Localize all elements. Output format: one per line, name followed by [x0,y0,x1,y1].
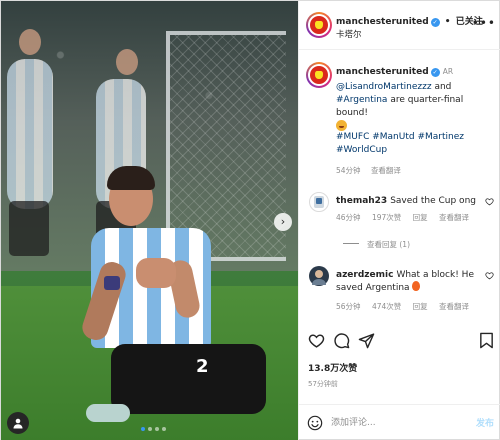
comment-meta: 56分钟 474次赞 回复 查看翻译 [336,301,478,312]
instagram-post-modal: 2 › manchesterunited ✓ • 已关注 卡塔尔 ••• man… [0,0,500,440]
hashtag-link[interactable]: #Argentina [336,95,387,105]
player-fists [136,258,176,288]
post-location[interactable]: 卡塔尔 [336,28,362,40]
comments-list[interactable]: manchesterunited ✓ AR @LisandroMartinezzz… [299,51,500,319]
bg-player-left-shorts [9,201,49,256]
post-header: manchesterunited ✓ • 已关注 卡塔尔 ••• [299,1,500,50]
caption-meta: 54分钟 查看翻译 [336,165,409,176]
emoji-icon[interactable] [307,415,323,431]
caption-avatar[interactable] [306,62,332,88]
hashtag-link[interactable]: #WorldCup [336,145,387,155]
bookmark-icon[interactable] [479,332,494,349]
hashtag-link[interactable]: #MUFC [336,132,369,142]
jersey-badge [104,276,120,290]
commenter-avatar[interactable] [309,266,329,286]
verified-icon: ✓ [430,18,440,27]
comment-icon[interactable] [333,332,350,349]
bg-player-head [116,49,138,75]
post-timestamp: 57分钟前 [308,380,338,388]
tag-people-icon[interactable] [7,412,29,434]
caption-text: @LisandroMartinezzz and #Argentina are q… [336,81,496,134]
carousel-dot[interactable] [155,427,159,431]
kneeling-player: 2 [79,166,276,436]
heart-icon[interactable] [485,197,494,206]
caption-age: 54分钟 [336,166,361,175]
translate-link[interactable]: 查看翻译 [439,302,469,311]
likes-count[interactable]: 13.8万次赞 [308,361,357,374]
author-avatar[interactable] [306,12,332,38]
carousel-dot[interactable] [141,427,145,431]
commenter-username[interactable]: themah23 [336,196,387,206]
comment-likes[interactable]: 474次赞 [372,302,401,311]
translate-link[interactable]: 查看翻译 [371,166,401,175]
carousel-dot[interactable] [162,427,166,431]
player-hair [107,166,155,190]
heart-icon[interactable] [485,271,494,280]
translate-link[interactable]: 查看翻译 [439,213,469,222]
caption-username[interactable]: manchesterunited [336,67,429,77]
fire-emoji-icon [412,281,421,291]
mention-link[interactable]: @LisandroMartinezzz [336,82,432,92]
mu-crest-icon [310,16,328,34]
follow-separator: • [444,17,451,27]
add-comment-bar: 发布 [299,404,500,440]
reply-link[interactable]: 回复 [413,302,428,311]
post-comment-button[interactable]: 发布 [476,416,494,429]
comment-likes[interactable]: 197次赞 [372,213,401,222]
commenter-username[interactable]: azerdzemic [336,270,393,280]
player-shorts [111,344,266,414]
heart-icon[interactable] [308,332,325,349]
author-username[interactable]: manchesterunited [336,17,429,27]
caption-badge: AR [442,67,454,76]
mu-crest-icon [310,66,328,84]
share-icon[interactable] [358,332,375,349]
view-replies-link[interactable]: 查看回复 (1) [343,239,410,250]
verified-icon: ✓ [430,68,440,77]
commenter-avatar[interactable] [309,192,329,212]
carousel-dots [141,427,166,431]
comment-meta: 46分钟 197次赞 回复 查看翻译 [336,212,478,223]
action-bar [299,323,500,353]
jersey-number: 2 [196,356,209,377]
post-side-panel: manchesterunited ✓ • 已关注 卡塔尔 ••• manchest… [298,1,500,440]
carousel-next-icon[interactable]: › [274,213,292,231]
reply-link[interactable]: 回复 [413,213,428,222]
hashtag-link[interactable]: #Martinez [417,132,464,142]
smiling-face-emoji-icon [336,120,347,131]
comment-age: 46分钟 [336,213,361,222]
player-boot [86,404,130,422]
hashtag-link[interactable]: #ManUtd [372,132,414,142]
carousel-dot[interactable] [148,427,152,431]
add-comment-input[interactable] [331,414,455,432]
bg-player-head [19,29,41,55]
caption-hashtags: #MUFC #ManUtd #Martinez #WorldCup [336,131,496,157]
comment-age: 56分钟 [336,302,361,311]
more-icon[interactable]: ••• [472,16,496,30]
comment-text: Saved the Cup ong [390,196,476,206]
bg-player-left [7,59,53,209]
post-photo: 2 › [1,1,298,440]
